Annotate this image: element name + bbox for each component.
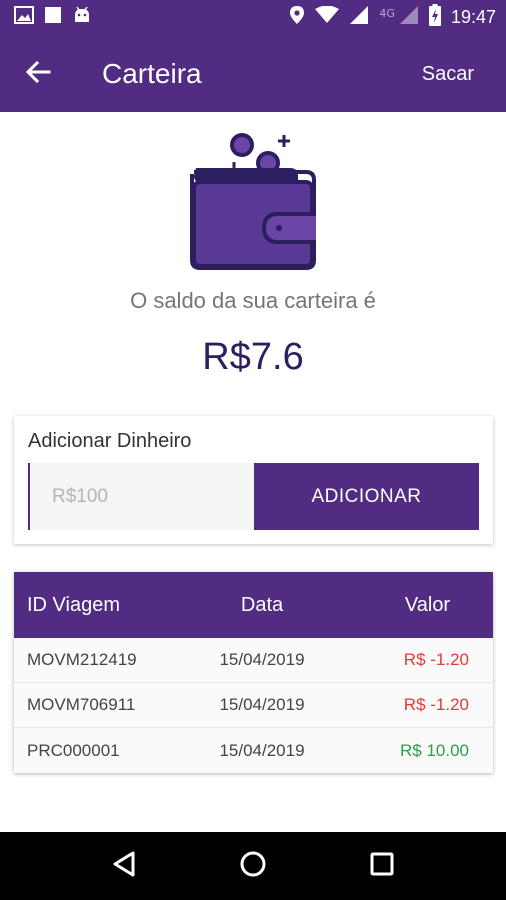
row-id: MOVM706911 [27, 695, 136, 714]
row-value: R$ -1.20 [403, 695, 469, 714]
nav-home-button[interactable] [229, 842, 277, 890]
back-button[interactable] [18, 54, 58, 94]
network-type: 4G [379, 6, 395, 20]
balance-caption: O saldo da sua carteira é [130, 288, 376, 313]
nav-recents-button[interactable] [358, 842, 406, 890]
battery-icon [428, 4, 441, 30]
amount-input[interactable] [28, 463, 254, 530]
row-date: 15/04/2019 [219, 695, 305, 714]
row-id: PRC000001 [27, 740, 120, 760]
triangle-back-icon [111, 850, 137, 882]
header-id: ID Viagem [27, 593, 121, 616]
arrow-left-icon [25, 59, 51, 89]
android-icon [72, 6, 92, 28]
signal-icon [399, 5, 419, 29]
nav-back-button[interactable] [100, 842, 148, 890]
navigation-bar [0, 832, 506, 900]
transactions-table: ID Viagem Data Valor MOVM212419 15/04/20… [14, 572, 493, 773]
table-row: MOVM706911 15/04/2019 R$ -1.20 [14, 683, 493, 728]
circle-home-icon [239, 850, 267, 882]
row-value: R$ 10.00 [400, 740, 469, 760]
header-value: Valor [404, 593, 451, 616]
wallet-icon [186, 130, 322, 276]
table-row: MOVM212419 15/04/2019 R$ -1.20 [14, 638, 493, 683]
header-date: Data [240, 593, 284, 616]
row-date: 15/04/2019 [219, 740, 305, 760]
square-icon [44, 6, 62, 28]
square-recents-icon [369, 851, 395, 881]
clock: 19:47 [450, 6, 496, 27]
page-title: Carteira [102, 58, 202, 89]
image-icon [14, 6, 34, 28]
row-date: 15/04/2019 [219, 650, 305, 669]
signal-icon [349, 5, 369, 29]
balance-value: R$7.6 [202, 336, 304, 378]
add-money-card: Adicionar Dinheiro ADICIONAR [14, 416, 493, 544]
wifi-icon [315, 5, 340, 28]
table-header: ID Viagem Data Valor [14, 572, 493, 638]
table-row: PRC000001 15/04/2019 R$ 10.00 [14, 728, 493, 773]
row-id: MOVM212419 [27, 650, 137, 669]
app-bar: Carteira Sacar [0, 34, 506, 112]
withdraw-button[interactable]: Sacar [422, 60, 474, 88]
row-value: R$ -1.20 [403, 650, 469, 669]
add-money-button[interactable]: ADICIONAR [254, 463, 479, 530]
add-money-label: Adicionar Dinheiro [28, 430, 192, 452]
status-bar: 4G 19:47 [0, 0, 506, 34]
location-icon [289, 5, 305, 29]
